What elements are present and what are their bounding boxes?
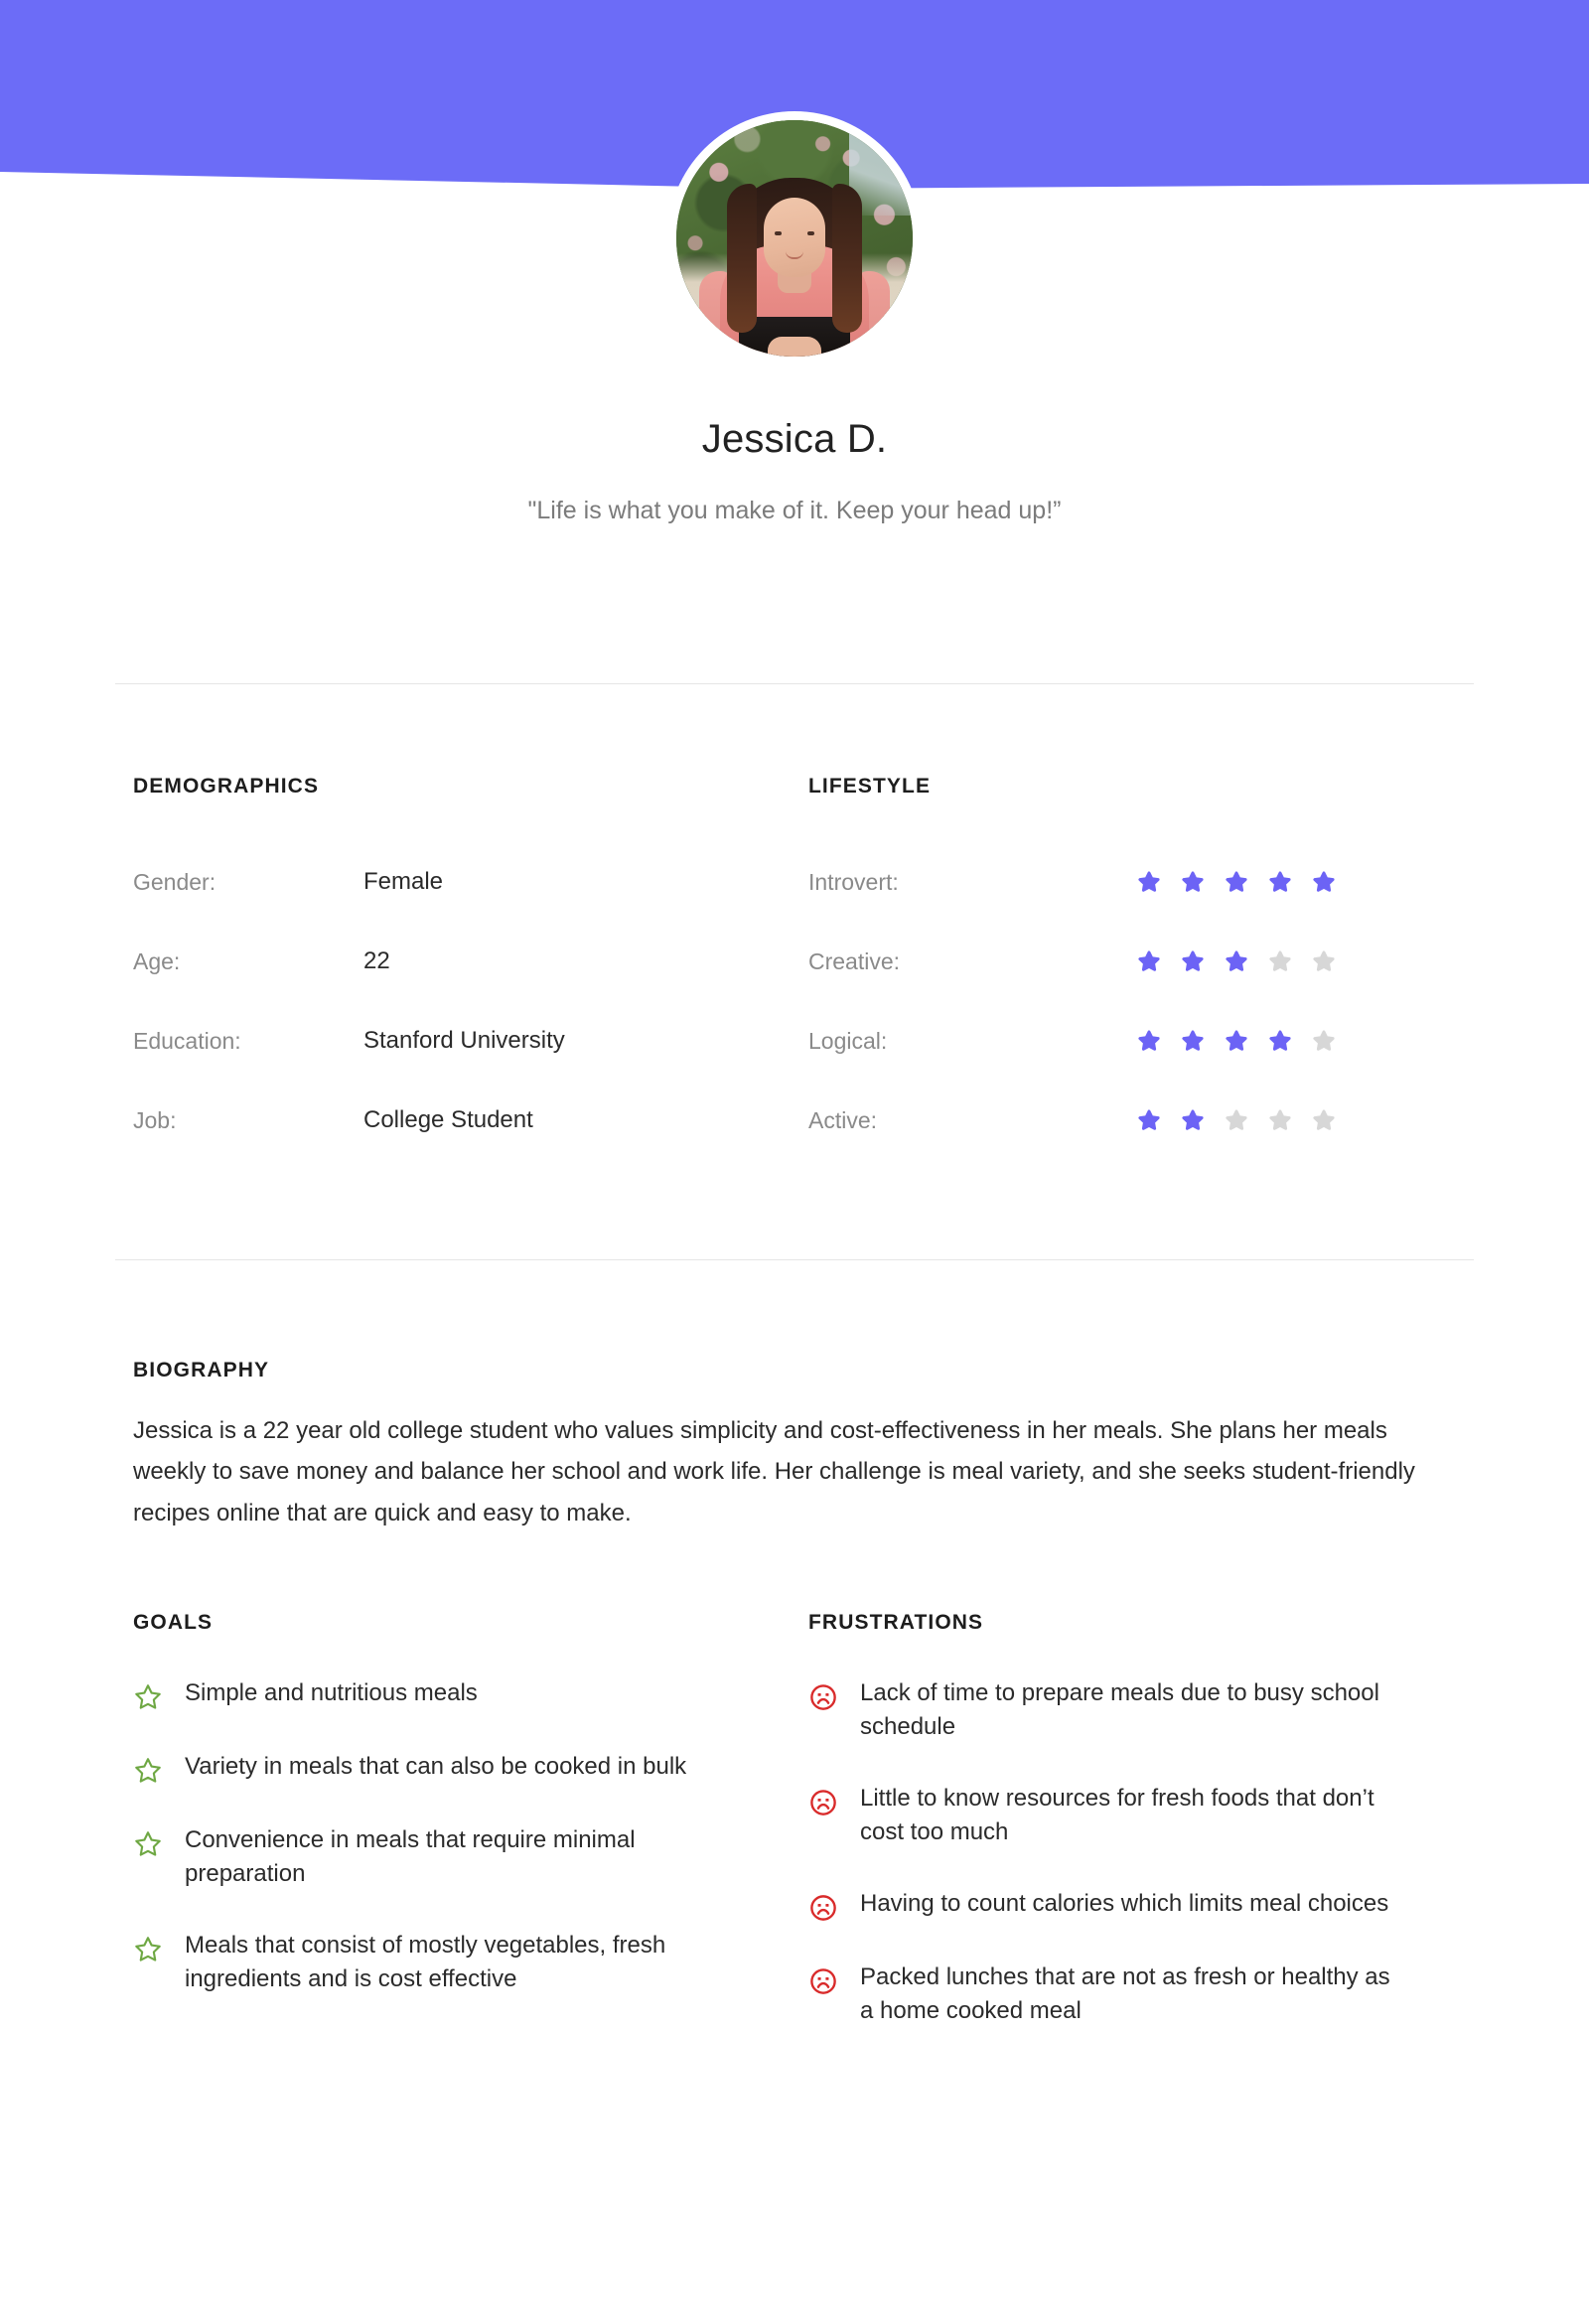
demographics-key: Gender: — [133, 868, 217, 895]
lifestyle-section: LIFESTYLE Introvert: Creative: Logical: … — [808, 775, 1464, 1160]
lifestyle-heading: LIFESTYLE — [808, 775, 932, 798]
goals-list: Simple and nutritious meals Variety in me… — [133, 1676, 808, 1996]
rating-stars-creative — [1136, 948, 1337, 974]
list-item: Simple and nutritious meals — [133, 1676, 808, 1712]
frustrations-heading: FRUSTRATIONS — [808, 1611, 984, 1634]
demographics-value: College Student — [363, 1106, 533, 1133]
list-item-label: Packed lunches that are not as fresh or … — [860, 1963, 1390, 2025]
demographics-value: Stanford University — [363, 1027, 565, 1054]
list-item: Lack of time to prepare meals due to bus… — [808, 1676, 1464, 1744]
demographics-key: Job: — [133, 1106, 177, 1133]
demographics-section: DEMOGRAPHICS Gender: Female Age: 22 Educ… — [133, 775, 808, 1160]
goals-frustrations-grid: GOALS Simple and nutritious meals Variety… — [133, 1611, 1464, 2066]
persona-card: Jessica D. "Life is what you make of it.… — [0, 0, 1589, 2324]
lifestyle-key: Logical: — [808, 1027, 888, 1054]
list-item-label: Simple and nutritious meals — [185, 1679, 478, 1706]
lifestyle-key: Introvert: — [808, 868, 899, 895]
list-item-label: Lack of time to prepare meals due to bus… — [860, 1679, 1379, 1741]
identity-block: Jessica D. "Life is what you make of it.… — [0, 415, 1589, 528]
photo-hands — [768, 337, 821, 357]
biography-section: BIOGRAPHY Jessica is a 22 year old colle… — [133, 1359, 1464, 1533]
photo-face — [764, 198, 825, 277]
lifestyle-row: Creative: — [808, 922, 1464, 1001]
page-title: Jessica D. — [701, 417, 888, 461]
lifestyle-key: Creative: — [808, 947, 901, 974]
photo-hair-strand-right — [832, 184, 862, 333]
list-item: Having to count calories which limits me… — [808, 1887, 1464, 1923]
list-item: Variety in meals that can also be cooked… — [133, 1750, 808, 1786]
sad-face-icon — [810, 1968, 836, 1995]
list-item-label: Convenience in meals that require minima… — [185, 1826, 636, 1888]
demographics-row: Education: Stanford University — [133, 1001, 808, 1081]
star-outline-icon — [135, 1758, 161, 1783]
frustrations-list: Lack of time to prepare meals due to bus… — [808, 1676, 1464, 2028]
lifestyle-row: Introvert: — [808, 842, 1464, 922]
lifestyle-row: Logical: — [808, 1001, 1464, 1081]
star-outline-icon — [135, 1937, 161, 1961]
demographics-value: 22 — [363, 947, 390, 974]
avatar — [667, 111, 922, 365]
sad-face-icon — [810, 1895, 836, 1922]
sad-face-icon — [810, 1684, 836, 1710]
demographics-row: Age: 22 — [133, 922, 808, 1001]
list-item: Convenience in meals that require minima… — [133, 1823, 808, 1891]
list-item: Packed lunches that are not as fresh or … — [808, 1961, 1464, 2028]
persona-quote: "Life is what you make of it. Keep your … — [527, 497, 1062, 524]
biography-text: Jessica is a 22 year old college student… — [133, 1417, 1415, 1526]
demographics-row: Job: College Student — [133, 1081, 808, 1160]
demographics-row: Gender: Female — [133, 842, 808, 922]
list-item-label: Little to know resources for fresh foods… — [860, 1785, 1374, 1846]
demographics-key: Age: — [133, 947, 181, 974]
goals-section: GOALS Simple and nutritious meals Variety… — [133, 1611, 808, 2066]
list-item-label: Meals that consist of mostly vegetables,… — [185, 1932, 666, 1993]
demographics-key: Education: — [133, 1027, 241, 1054]
list-item-label: Having to count calories which limits me… — [860, 1890, 1389, 1918]
divider-top — [115, 683, 1474, 684]
demographics-value: Female — [363, 868, 444, 895]
frustrations-section: FRUSTRATIONS Lack of time to prepare mea… — [808, 1611, 1464, 2066]
photo-hair-strand-left — [727, 184, 757, 333]
divider-bottom — [115, 1259, 1474, 1260]
photo-smile — [786, 251, 803, 259]
avatar-photo — [676, 120, 913, 357]
sad-face-icon — [810, 1790, 836, 1816]
biography-heading: BIOGRAPHY — [133, 1359, 270, 1381]
goals-heading: GOALS — [133, 1611, 214, 1634]
list-item: Meals that consist of mostly vegetables,… — [133, 1929, 808, 1996]
rating-stars-introvert — [1136, 869, 1337, 895]
list-item-label: Variety in meals that can also be cooked… — [185, 1753, 687, 1780]
list-item: Little to know resources for fresh foods… — [808, 1782, 1464, 1849]
star-outline-icon — [135, 1684, 161, 1709]
lifestyle-key: Active: — [808, 1106, 878, 1133]
rating-stars-logical — [1136, 1028, 1337, 1054]
rating-stars-active — [1136, 1107, 1337, 1133]
lifestyle-row: Active: — [808, 1081, 1464, 1160]
star-outline-icon — [135, 1831, 161, 1856]
info-grid: DEMOGRAPHICS Gender: Female Age: 22 Educ… — [133, 775, 1464, 1160]
demographics-heading: DEMOGRAPHICS — [133, 775, 320, 798]
